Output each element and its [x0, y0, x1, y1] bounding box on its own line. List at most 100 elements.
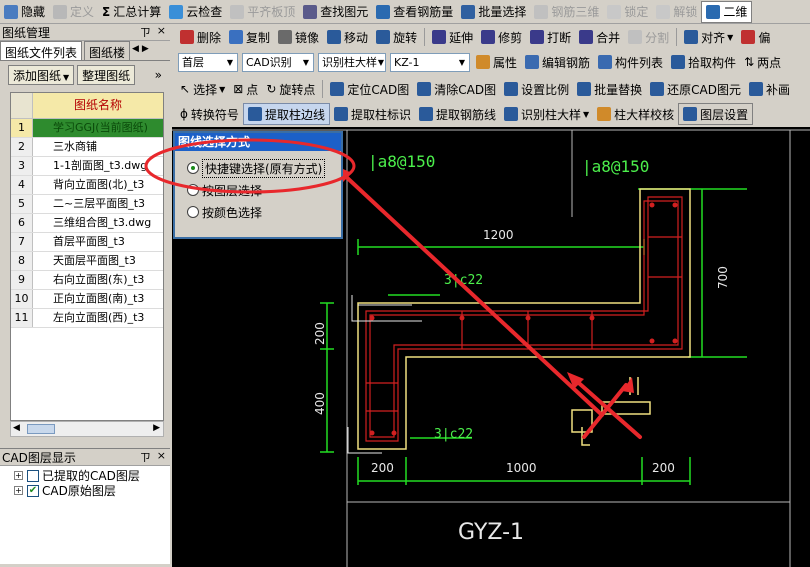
cloud-check-button[interactable]: 云检查	[165, 1, 226, 23]
find-element-button[interactable]: 查找图元	[299, 1, 372, 23]
2d-view-button[interactable]: 二维	[701, 0, 753, 23]
more-icon[interactable]: »	[155, 68, 162, 82]
component-list-button[interactable]: 构件列表	[594, 51, 667, 73]
table-row[interactable]: 11 左向立面图(西)_t3	[11, 309, 163, 328]
tree-item-extracted-layers[interactable]: + 已提取的CAD图层	[14, 468, 170, 483]
table-row[interactable]: 1 学习GGJ(当前图纸)	[11, 119, 163, 138]
component-type-select[interactable]: 识别柱大样 ▼	[318, 52, 386, 72]
set-scale-button[interactable]: 设置比例	[500, 78, 573, 100]
dialog-options: 快捷键选择(原有方式) 按图层选择 按颜色选择	[175, 151, 341, 223]
radio-shortcut[interactable]	[187, 162, 199, 174]
table-row[interactable]: 10 正向立面图(南)_t3	[11, 290, 163, 309]
module-select[interactable]: CAD识别 ▼	[242, 52, 314, 72]
recognize-column-detail-button[interactable]: 识别柱大样 ▼	[500, 103, 593, 125]
table-row[interactable]: 8 天面层平面图_t3	[11, 252, 163, 271]
organize-drawings-button[interactable]: 整理图纸	[77, 65, 136, 85]
move-button[interactable]: 移动	[323, 26, 372, 48]
radio-layer[interactable]	[187, 184, 199, 196]
properties-button[interactable]: 属性	[472, 51, 521, 73]
rebar-3d-button[interactable]: 钢筋三维	[530, 1, 603, 23]
lock-button[interactable]: 锁定	[603, 1, 652, 23]
table-row[interactable]: 2 三水商铺	[11, 138, 163, 157]
delete-button[interactable]: 删除	[176, 26, 225, 48]
table-row[interactable]: 9 右向立面图(东)_t3	[11, 271, 163, 290]
trim-button[interactable]: 修剪	[477, 26, 526, 48]
mirror-button[interactable]: 镜像	[274, 26, 323, 48]
table-empty-area	[11, 328, 163, 420]
locate-cad-button[interactable]: 定位CAD图	[326, 78, 413, 100]
table-row[interactable]: 7 首层平面图_t3	[11, 233, 163, 252]
extract-column-label-button[interactable]: 提取柱标识	[330, 103, 415, 125]
checkbox-original-layers[interactable]: ✔	[27, 484, 39, 497]
select-button[interactable]: ↖ 选择 ▼	[176, 78, 229, 100]
drawings-table: 图纸名称 1 学习GGJ(当前图纸) 2 三水商铺 3 1-1剖面图_t3.dwg 4…	[10, 92, 164, 421]
view-rebar-qty-button[interactable]: 查看钢筋量	[372, 1, 457, 23]
offset-button[interactable]: 偏	[737, 26, 774, 48]
copy-button[interactable]: 复制	[225, 26, 274, 48]
clear-cad-button[interactable]: 清除CAD图	[413, 78, 500, 100]
scroll-thumb[interactable]	[27, 424, 55, 434]
table-row[interactable]: 5 二~三层平面图_t3	[11, 195, 163, 214]
check-column-detail-button[interactable]: 柱大样校核	[593, 103, 678, 125]
column-outline	[357, 188, 691, 450]
restore-cad-button[interactable]: 还原CAD图元	[646, 78, 745, 100]
option-layer-select[interactable]: 按图层选择	[175, 179, 341, 201]
dimension-bottom-left: 200	[371, 461, 394, 475]
rotate-point-icon: ↻	[266, 82, 277, 96]
tab-drawing-file-list[interactable]: 图纸文件列表	[0, 41, 83, 60]
convert-symbol-button[interactable]: ɸ 转换符号	[176, 103, 243, 125]
expand-icon[interactable]: +	[14, 486, 23, 495]
table-row[interactable]: 6 三维组合图_t3.dwg	[11, 214, 163, 233]
lock-icon	[607, 4, 622, 19]
add-drawing-button[interactable]: 添加图纸 ▼	[8, 65, 75, 85]
clear-cad-icon	[417, 82, 432, 96]
pin-icon[interactable]: ㄗ	[140, 24, 151, 40]
table-row[interactable]: 4 背向立面图(北)_t3	[11, 176, 163, 195]
pin-icon[interactable]: ㄗ	[140, 449, 151, 465]
binoculars-icon	[303, 4, 318, 19]
define-button[interactable]: 定义	[49, 1, 98, 23]
edit-rebar-button[interactable]: 编辑钢筋	[521, 51, 594, 73]
merge-button[interactable]: 合并	[575, 26, 624, 48]
table-row[interactable]: 3 1-1剖面图_t3.dwg	[11, 157, 163, 176]
scroll-left-icon[interactable]: ◀	[13, 423, 20, 433]
layer-settings-button[interactable]: 图层设置	[678, 103, 754, 125]
row-number-header	[11, 93, 33, 118]
rotate-point-button[interactable]: ↻ 旋转点	[262, 78, 319, 100]
set-scale-icon	[504, 82, 519, 96]
align-button[interactable]: 对齐 ▼	[680, 26, 737, 48]
unlock-button[interactable]: 解锁	[652, 1, 701, 23]
extend-button[interactable]: 延伸	[428, 26, 477, 48]
pick-component-button[interactable]: 拾取构件	[667, 51, 740, 73]
batch-replace-button[interactable]: 批量替换	[573, 78, 646, 100]
radio-color[interactable]	[187, 206, 199, 218]
level-slab-button[interactable]: 平齐板顶	[226, 1, 299, 23]
summary-calc-button[interactable]: Σ 汇总计算	[98, 1, 165, 23]
tab-nav-arrows[interactable]: ◀ ▶	[132, 41, 149, 60]
hide-button[interactable]: 隐藏	[0, 1, 49, 23]
extract-rebar-line-button[interactable]: 提取钢筋线	[415, 103, 500, 125]
option-color-select[interactable]: 按颜色选择	[175, 201, 341, 223]
floor-select[interactable]: 首层 ▼	[178, 52, 238, 72]
tab-drawing-floors[interactable]: 图纸楼	[84, 41, 131, 60]
rebar-cage	[365, 196, 683, 442]
scroll-right-icon[interactable]: ▶	[153, 423, 160, 433]
checkbox-extracted-layers[interactable]	[27, 469, 39, 482]
cloud-check-icon	[169, 4, 184, 19]
option-shortcut-select[interactable]: 快捷键选择(原有方式)	[175, 157, 341, 179]
horizontal-scrollbar[interactable]: ◀ ▶	[10, 421, 164, 437]
two-points-button[interactable]: ⇅ 两点	[740, 51, 785, 73]
expand-icon[interactable]: +	[14, 471, 23, 480]
draw-supplement-button[interactable]: 补画	[745, 78, 794, 100]
close-icon[interactable]: ×	[157, 24, 166, 40]
break-button[interactable]: 打断	[526, 26, 575, 48]
split-button[interactable]: 分割	[624, 26, 673, 48]
rotate-button[interactable]: 旋转	[372, 26, 421, 48]
tree-item-original-layers[interactable]: + ✔ CAD原始图层	[14, 483, 170, 498]
extract-column-edge-button[interactable]: 提取柱边线	[242, 103, 330, 125]
close-icon[interactable]: ×	[157, 449, 166, 465]
point-button[interactable]: ⊠ 点	[229, 78, 262, 100]
batch-select-button[interactable]: 批量选择	[457, 1, 530, 23]
pick-component-icon	[671, 55, 686, 69]
component-name-select[interactable]: KZ-1 ▼	[390, 52, 470, 72]
